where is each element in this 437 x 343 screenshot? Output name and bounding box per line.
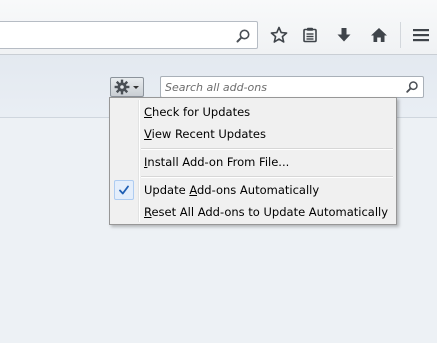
search-icon[interactable] xyxy=(235,28,251,44)
menu-item-view-recent-updates[interactable]: View Recent Updates xyxy=(112,123,394,145)
menu-item-check-for-updates[interactable]: Check for Updates xyxy=(112,101,394,123)
menu-item-label: Reset All Add-ons to Update Automaticall… xyxy=(144,205,389,219)
menu-item-label: Install Add-on From File... xyxy=(144,155,290,169)
checkmark-icon xyxy=(114,180,134,200)
gear-icon xyxy=(114,79,130,95)
navigation-toolbar xyxy=(0,0,437,55)
chevron-down-icon xyxy=(133,86,139,89)
download-arrow-icon[interactable] xyxy=(332,23,356,47)
menu-separator xyxy=(141,176,393,178)
hamburger-menu-icon[interactable] xyxy=(409,23,433,47)
tools-menu-popup: Check for Updates View Recent Updates In… xyxy=(109,97,397,225)
search-input[interactable] xyxy=(165,78,395,96)
menu-item-update-addons-automatically[interactable]: Update Add-ons Automatically xyxy=(112,179,394,201)
home-icon[interactable] xyxy=(367,23,391,47)
toolbar-separator xyxy=(400,22,401,48)
clipboard-icon[interactable] xyxy=(298,23,322,47)
menu-separator xyxy=(141,148,393,150)
tools-gear-button[interactable] xyxy=(110,77,144,97)
addons-search-field[interactable] xyxy=(160,76,424,98)
menu-item-label: Update Add-ons Automatically xyxy=(144,183,320,197)
menu-item-label: View Recent Updates xyxy=(144,127,266,141)
menu-item-install-addon-from-file[interactable]: Install Add-on From File... xyxy=(112,151,394,173)
url-bar[interactable] xyxy=(0,21,258,49)
star-icon[interactable] xyxy=(267,23,291,47)
search-icon[interactable] xyxy=(405,80,419,94)
menu-item-reset-all-addons[interactable]: Reset All Add-ons to Update Automaticall… xyxy=(112,201,394,223)
menu-item-label: Check for Updates xyxy=(144,105,251,119)
